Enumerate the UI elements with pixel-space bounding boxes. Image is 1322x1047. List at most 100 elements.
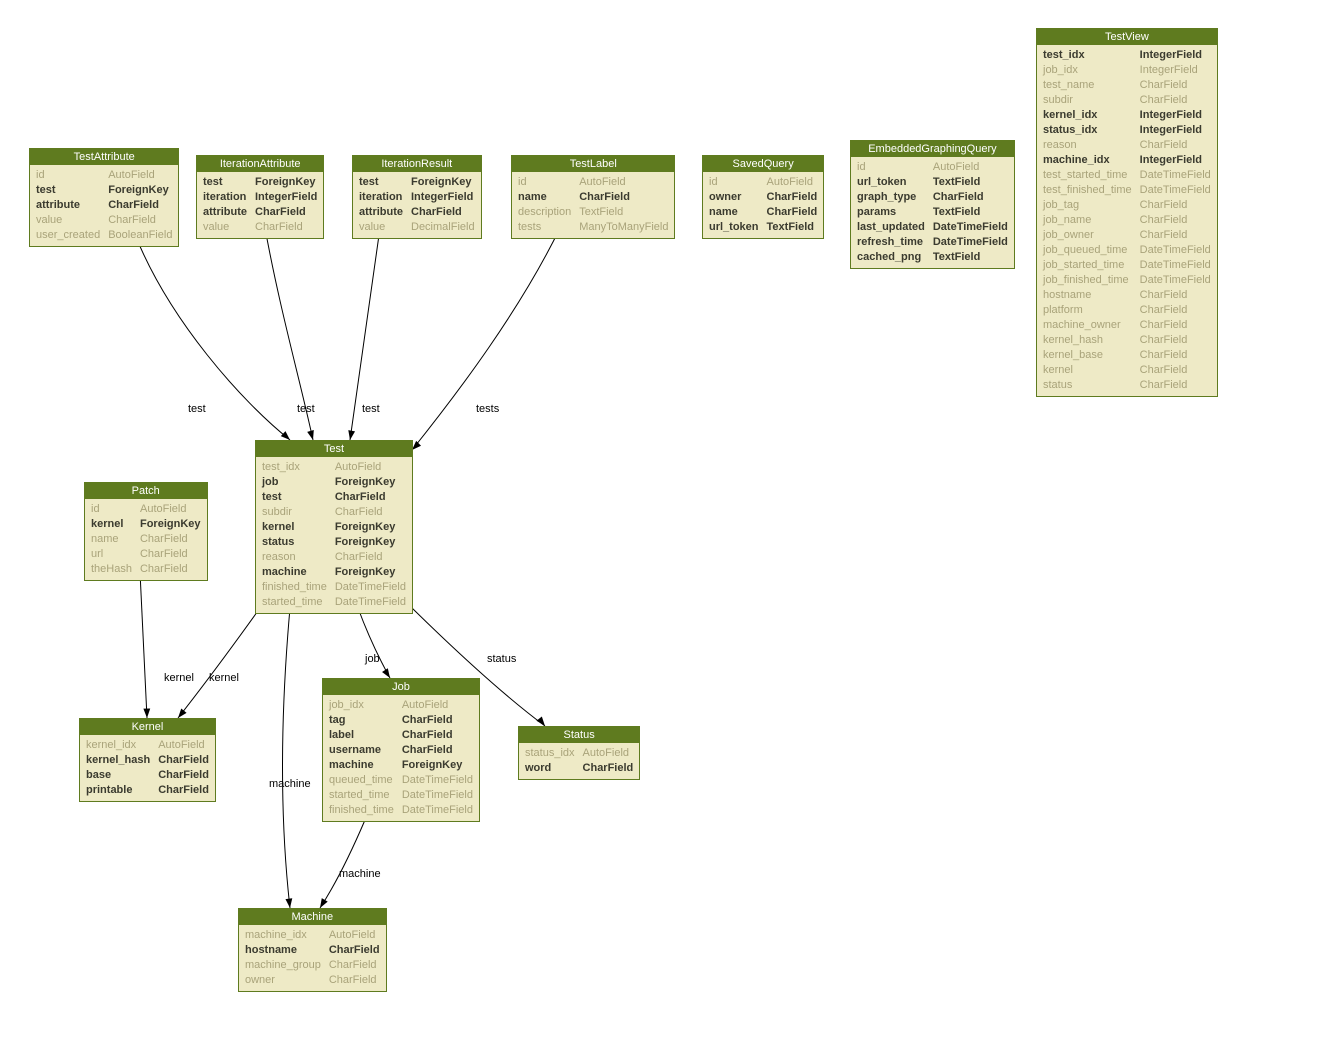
field-name: job_started_time (1043, 258, 1132, 272)
field-type: CharField (579, 190, 668, 204)
field-name: machine (262, 565, 327, 579)
field-name: value (359, 220, 403, 234)
field-name: kernel (1043, 363, 1132, 377)
field-name: test (36, 183, 100, 197)
field-type: ForeignKey (140, 517, 201, 531)
field-type: TextField (579, 205, 668, 219)
field-type: DateTimeField (933, 235, 1008, 249)
field-name: id (36, 168, 100, 182)
field-type: CharField (1140, 303, 1211, 317)
field-type: CharField (158, 753, 209, 767)
field-type: CharField (583, 761, 634, 775)
field-type: DateTimeField (1140, 183, 1211, 197)
field-type: CharField (933, 190, 1008, 204)
field-name: job_finished_time (1043, 273, 1132, 287)
field-type: CharField (1140, 363, 1211, 377)
field-type: DateTimeField (335, 580, 406, 594)
field-name: kernel_idx (86, 738, 150, 752)
edge-label: kernel (209, 672, 239, 684)
field-name: owner (709, 190, 759, 204)
field-name: kernel (91, 517, 132, 531)
field-type: IntegerField (1140, 123, 1211, 137)
field-type: CharField (255, 220, 317, 234)
field-type: CharField (158, 783, 209, 797)
entity-title: Test (256, 441, 412, 457)
field-name: job_owner (1043, 228, 1132, 242)
field-name: url_token (709, 220, 759, 234)
field-type: AutoField (329, 928, 380, 942)
edge-label: test (362, 403, 380, 415)
edge-e_j_mc (320, 820, 365, 908)
field-type: AutoField (579, 175, 668, 189)
entity-body: machine_idxAutoFieldhostnameCharFieldmac… (239, 925, 386, 991)
field-type: DateTimeField (933, 220, 1008, 234)
field-name: name (709, 205, 759, 219)
entity-saved_query: SavedQueryidAutoFieldownerCharFieldnameC… (702, 155, 824, 239)
field-name: url_token (857, 175, 925, 189)
entity-embedded_graphing_query: EmbeddedGraphingQueryidAutoFieldurl_toke… (850, 140, 1015, 269)
edge-label: machine (339, 868, 381, 880)
field-name: hostname (245, 943, 321, 957)
field-type: IntegerField (255, 190, 317, 204)
entity-status: Statusstatus_idxAutoFieldwordCharField (518, 726, 640, 780)
edge-e_t_kn (178, 608, 260, 718)
field-type: CharField (335, 550, 406, 564)
field-name: machine (329, 758, 394, 772)
field-name: subdir (1043, 93, 1132, 107)
field-type: DateTimeField (1140, 168, 1211, 182)
field-type: CharField (329, 958, 380, 972)
field-name: refresh_time (857, 235, 925, 249)
field-name: test_name (1043, 78, 1132, 92)
field-type: AutoField (158, 738, 209, 752)
field-name: finished_time (329, 803, 394, 817)
field-type: DateTimeField (402, 788, 473, 802)
field-name: job_tag (1043, 198, 1132, 212)
field-type: CharField (402, 713, 473, 727)
field-name: attribute (203, 205, 247, 219)
entity-body: status_idxAutoFieldwordCharField (519, 743, 639, 779)
field-type: ForeignKey (255, 175, 317, 189)
field-name: status (1043, 378, 1132, 392)
field-type: IntegerField (1140, 63, 1211, 77)
entity-body: test_idxIntegerFieldjob_idxIntegerFieldt… (1037, 45, 1217, 396)
field-type: DateTimeField (1140, 243, 1211, 257)
field-name: reason (1043, 138, 1132, 152)
edge-e_ta_test (136, 237, 290, 440)
field-type: TextField (767, 220, 818, 234)
field-type: CharField (1140, 93, 1211, 107)
field-name: test (359, 175, 403, 189)
entity-title: Job (323, 679, 479, 695)
field-type: ForeignKey (402, 758, 473, 772)
field-name: tag (329, 713, 394, 727)
field-type: TextField (933, 250, 1008, 264)
edge-e_t_mc (283, 608, 293, 908)
field-type: ForeignKey (335, 520, 406, 534)
field-name: platform (1043, 303, 1132, 317)
field-name: id (857, 160, 925, 174)
field-name: job_idx (1043, 63, 1132, 77)
field-type: IntegerField (1140, 108, 1211, 122)
field-name: tests (518, 220, 571, 234)
entity-body: kernel_idxAutoFieldkernel_hashCharFieldb… (80, 735, 215, 801)
field-name: kernel_hash (86, 753, 150, 767)
field-name: value (36, 213, 100, 227)
field-name: subdir (262, 505, 327, 519)
field-type: CharField (1140, 318, 1211, 332)
field-name: job_queued_time (1043, 243, 1132, 257)
field-type: BooleanField (108, 228, 172, 242)
field-type: DateTimeField (335, 595, 406, 609)
field-name: name (518, 190, 571, 204)
field-type: IntegerField (411, 190, 475, 204)
field-type: CharField (140, 547, 201, 561)
field-name: test (203, 175, 247, 189)
field-type: CharField (1140, 78, 1211, 92)
edge-e_pt_kn (140, 572, 150, 718)
entity-title: TestView (1037, 29, 1217, 45)
edge-e_t_job (358, 608, 390, 678)
field-name: machine_idx (245, 928, 321, 942)
field-type: CharField (767, 190, 818, 204)
entity-title: Status (519, 727, 639, 743)
field-name: machine_owner (1043, 318, 1132, 332)
field-type: ManyToManyField (579, 220, 668, 234)
field-type: CharField (140, 562, 201, 576)
